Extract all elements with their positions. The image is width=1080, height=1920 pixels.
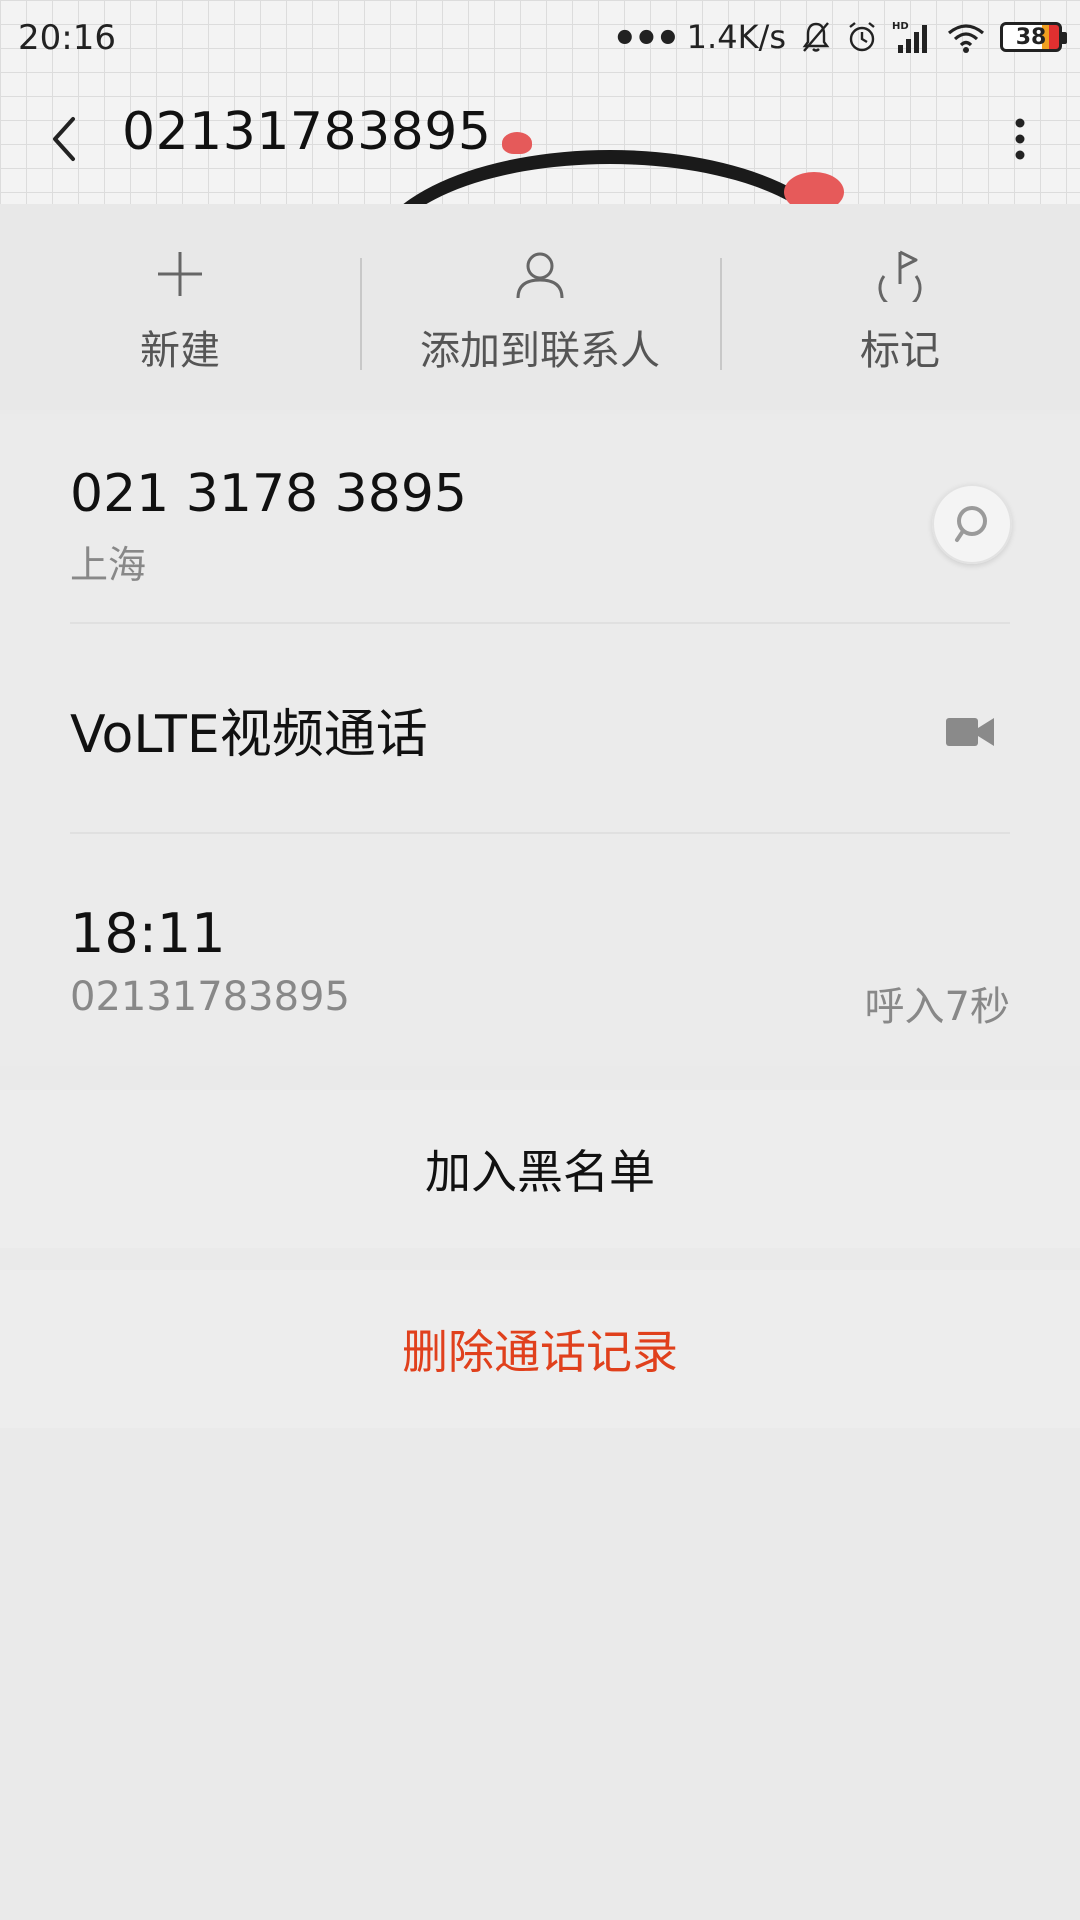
call-time: 18:11 [70, 902, 226, 965]
action-label: 标记 [860, 328, 940, 374]
network-speed: 1.4K/s [686, 18, 786, 56]
status-indicators: 1.4K/s HD 38 [686, 14, 1067, 60]
mark-button[interactable]: 标记 [720, 204, 1080, 410]
signal-hd-icon: HD [892, 21, 927, 53]
back-button[interactable] [34, 104, 94, 174]
volte-label: VoLTE视频通话 [70, 705, 428, 765]
delete-call-log-button[interactable]: 删除通话记录 [0, 1270, 1080, 1428]
action-bar: 新建 添加到联系人 标记 [0, 204, 1080, 410]
flag-icon [878, 250, 922, 302]
phone-number: 021 3178 3895 [70, 464, 467, 524]
plus-icon [158, 252, 202, 296]
battery-level: 38 [1015, 24, 1047, 50]
battery-icon: 38 [1000, 22, 1067, 52]
chevron-left-icon [53, 117, 75, 161]
new-contact-button[interactable]: 新建 [0, 204, 360, 410]
alarm-icon [849, 22, 875, 52]
status-more-dots: ••• [612, 16, 681, 62]
status-bar: 20:16 ••• 1.4K/s HD 38 [0, 0, 1080, 76]
add-to-contacts-button[interactable]: 添加到联系人 [360, 204, 720, 410]
call-log-entry[interactable]: 18:11 02131783895 呼入7秒 [70, 834, 1010, 1066]
mute-bell-icon [802, 22, 830, 52]
send-message-button[interactable] [932, 484, 1012, 564]
page-title: 02131783895 [122, 102, 492, 162]
video-camera-icon[interactable] [944, 712, 996, 752]
toolbar: 02131783895 [0, 88, 1080, 188]
call-detail: 呼入7秒 [864, 984, 1010, 1030]
number-location: 上海 [70, 543, 147, 587]
action-label: 添加到联系人 [420, 328, 660, 374]
volte-video-call-row[interactable]: VoLTE视频通话 [70, 624, 1010, 834]
status-time: 20:16 [18, 18, 116, 58]
phone-number-row[interactable]: 021 3178 3895 上海 [70, 414, 1012, 624]
svg-text:HD: HD [892, 21, 909, 32]
person-icon [516, 252, 564, 299]
call-info-list: 021 3178 3895 上海 VoLTE视频通话 18:11 0213178… [0, 414, 1080, 1066]
message-search-icon [955, 506, 987, 542]
more-options-button[interactable] [990, 104, 1050, 174]
wifi-icon [947, 24, 985, 53]
add-to-blacklist-button[interactable]: 加入黑名单 [0, 1090, 1080, 1248]
call-number: 02131783895 [70, 974, 350, 1020]
action-label: 新建 [140, 328, 220, 374]
more-vertical-icon [1015, 118, 1025, 160]
